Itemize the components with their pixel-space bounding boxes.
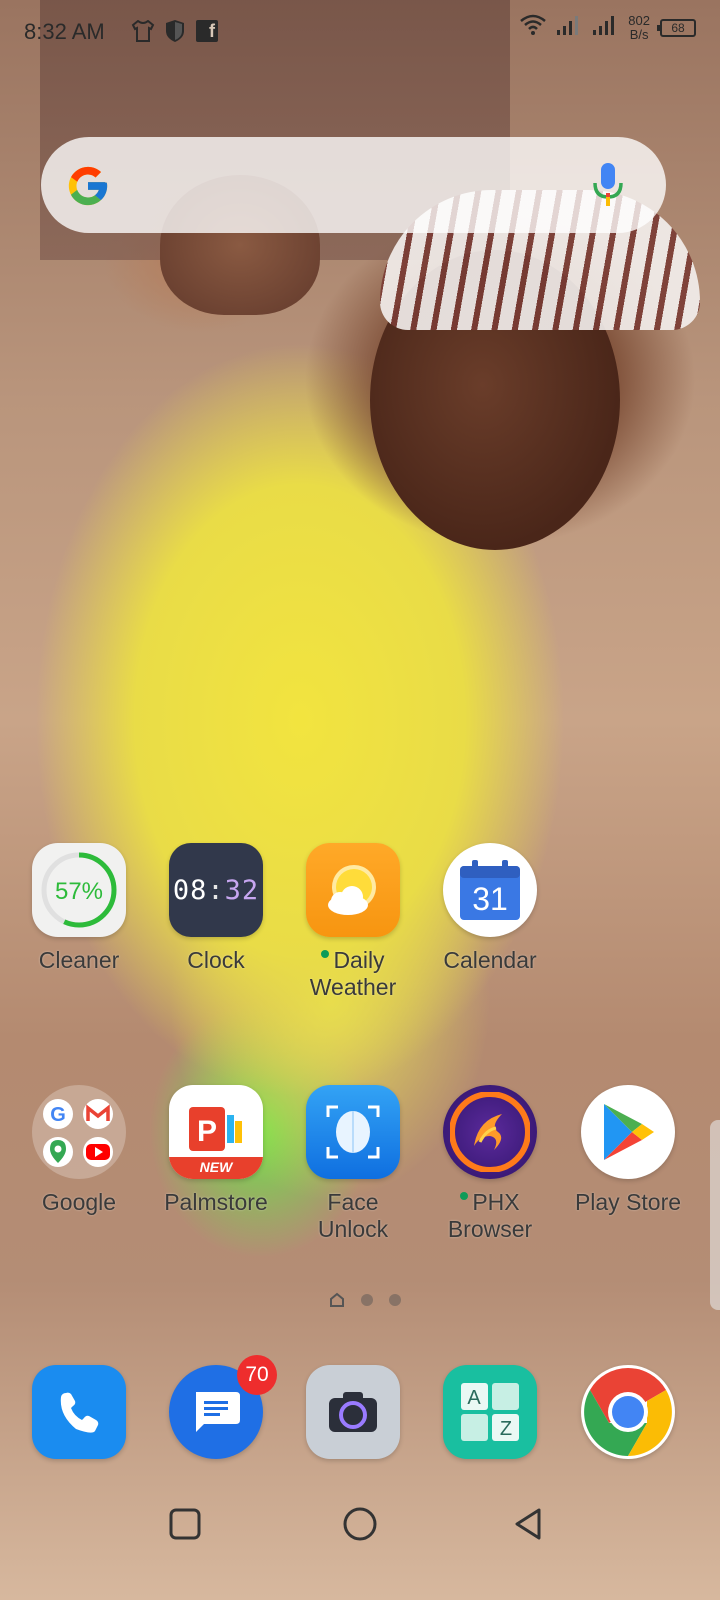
new-app-dot [321,949,330,958]
az-letter-z: Z [500,1418,512,1440]
home-button[interactable] [338,1502,382,1546]
google-search-bar[interactable] [41,137,666,233]
wallpaper [0,0,720,1600]
clock-minutes: 32 [224,874,260,906]
facebook-icon: f [194,18,220,44]
dock-camera[interactable] [288,1365,418,1459]
label-line1: PHX [472,1189,520,1215]
app-label: PHX Browser [425,1189,555,1243]
battery-level: 68 [671,21,685,35]
cleaner-icon: 57% [32,843,126,937]
side-edge-handle[interactable] [710,1120,720,1310]
app-google-folder[interactable]: G Google [14,1085,144,1216]
label-line2: Weather [309,974,397,1000]
label-line2: Browser [447,1216,533,1242]
svg-text:G: G [50,1104,66,1126]
calendar-date: 31 [472,881,508,917]
app-phx-browser[interactable]: PHX Browser [425,1085,555,1243]
recents-button[interactable] [163,1502,207,1546]
signal-1-icon [556,15,582,41]
az-letter-a: A [467,1387,481,1409]
clock-icon: 08 : 32 [169,843,263,937]
net-speed: 802 B/s [628,14,650,42]
app-cleaner[interactable]: 57% Cleaner [14,843,144,974]
az-icon: A Z [443,1365,537,1459]
google-folder-icon: G [32,1085,126,1179]
status-right-icons: 802 B/s 68 [520,14,696,42]
label-line1: Face [327,1189,379,1215]
signal-2-icon [592,15,618,41]
app-label: Google [41,1189,117,1215]
google-g-logo [68,166,108,206]
dock-phone[interactable] [14,1365,144,1459]
chrome-icon [581,1365,675,1459]
svg-text:P: P [197,1115,217,1148]
clock-separator: : [207,874,225,906]
battery-icon: 68 [657,19,696,37]
camera-icon [306,1365,400,1459]
app-daily-weather[interactable]: Daily Weather [288,843,418,1001]
app-label: Cleaner [38,947,120,973]
navigation-bar [0,1490,720,1560]
page-dot [361,1294,373,1306]
app-face-unlock[interactable]: Face Unlock [288,1085,418,1243]
new-app-dot [460,1191,469,1200]
app-calendar[interactable]: 31 Calendar [425,843,555,974]
unread-badge: 70 [237,1355,277,1395]
palmstore-new-tag: NEW [199,1159,233,1175]
app-play-store[interactable]: Play Store [562,1085,694,1216]
label-line2: Unlock [317,1216,389,1242]
clock-hours: 08 [172,874,208,906]
calendar-icon: 31 [443,843,537,937]
net-speed-unit: B/s [629,27,649,42]
page-dot [389,1294,401,1306]
label-line1: Daily [333,947,385,973]
cleaner-percent: 57% [55,878,103,905]
dock-messages[interactable]: 70 [151,1355,281,1459]
phone-icon [32,1365,126,1459]
play-store-icon [581,1085,675,1179]
palmstore-icon: P NEW [169,1085,263,1179]
app-label: Play Store [574,1189,682,1215]
messages-icon: 70 [169,1355,277,1459]
wifi-icon [520,14,547,42]
shirt-icon [130,18,156,44]
home-page-icon [329,1292,345,1308]
app-label: Palmstore [164,1189,268,1215]
back-button[interactable] [507,1502,551,1546]
dock-az[interactable]: A Z [425,1365,555,1459]
app-label: Clock [187,947,245,973]
weather-icon [306,843,400,937]
net-speed-value: 802 [628,13,650,28]
status-bar: 8:32 AM f 802 B/s 68 [0,0,720,64]
status-time: 8:32 AM [24,19,105,44]
app-clock[interactable]: 08 : 32 Clock [151,843,281,974]
status-left-icons: f [130,18,220,44]
app-label: Face Unlock [288,1189,418,1243]
app-palmstore[interactable]: P NEW Palmstore [151,1085,281,1216]
shield-icon [162,18,188,44]
page-indicator [329,1292,401,1308]
app-label: Daily Weather [288,947,418,1001]
face-unlock-icon [306,1085,400,1179]
dock-chrome[interactable] [562,1365,694,1459]
facebook-glyph: f [196,20,218,42]
phx-browser-icon [443,1085,537,1179]
app-label: Calendar [443,947,537,973]
mic-icon[interactable] [588,161,628,209]
